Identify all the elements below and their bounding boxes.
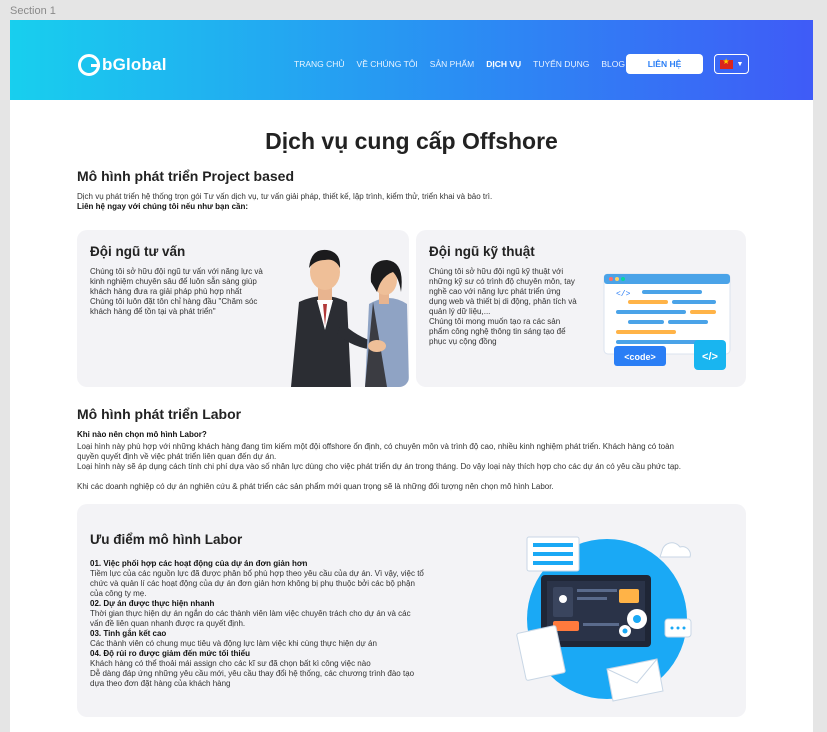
handshake-illustration [291, 249, 409, 387]
logo-text: bGlobal [102, 55, 167, 74]
code-editor-illustration: </> <code> </> [603, 273, 731, 370]
card-title: Đội ngũ tư vấn [90, 244, 186, 259]
project-description: Dịch vụ phát triển hệ thống trọn gói Tư … [77, 192, 493, 201]
nav-item-home[interactable]: TRANG CHỦ [294, 59, 345, 69]
section-label: Section 1 [10, 5, 56, 17]
site-header: bGlobal TRANG CHỦ VỀ CHÚNG TÔI SẢN PHẨM … [10, 20, 813, 100]
card-text: Chúng tôi sở hữu đội ngũ tư vấn với năng… [90, 267, 263, 316]
technical-team-card: Đội ngũ kỹ thuật Chúng tôi sở hữu đội ng… [416, 230, 746, 387]
advantages-list: 01. Việc phối hợp các hoạt động của dự á… [90, 559, 460, 689]
card-text: Chúng tôi sở hữu đội ngũ kỹ thuật với nh… [429, 267, 577, 346]
advantage-item-title: 02. Dự án được thực hiện nhanh [90, 599, 215, 608]
cloud-devices-illustration [516, 536, 692, 702]
logo[interactable]: bGlobal [78, 52, 167, 78]
advantage-item-title: 03. Tinh gắn kết cao [90, 629, 167, 638]
code-tag-label: <code> [624, 352, 656, 362]
vietnam-flag-icon [719, 57, 733, 69]
logo-g-icon [78, 54, 100, 76]
labor-description: Loại hình này phù hợp với những khách hà… [77, 442, 681, 471]
nav-item-careers[interactable]: TUYỂN DỤNG [533, 59, 589, 69]
page-title: Dịch vụ cung cấp Offshore [265, 128, 558, 154]
advantage-item-title: 04. Độ rủi ro được giảm đến mức tối thiể… [90, 649, 250, 658]
main-nav: TRANG CHỦ VỀ CHÚNG TÔI SẢN PHẨM DỊCH VỤ … [294, 59, 625, 69]
nav-item-blog[interactable]: BLOG [601, 59, 625, 69]
language-selector[interactable]: ▼ [714, 54, 749, 74]
labor-advantages-card: Ưu điểm mô hình Labor 01. Việc phối hợp … [77, 504, 746, 717]
advantage-item-title: 01. Việc phối hợp các hoạt động của dự á… [90, 559, 308, 568]
labor-note: Khi các doanh nghiệp có dự án nghiên cứu… [77, 482, 554, 491]
card-title: Đội ngũ kỹ thuật [429, 244, 535, 259]
labor-section-title: Mô hình phát triển Labor [77, 406, 242, 422]
consulting-team-card: Đội ngũ tư vấn Chúng tôi sở hữu đội ngũ … [77, 230, 409, 387]
chevron-down-icon: ▼ [736, 60, 744, 68]
project-cta: Liên hệ ngay với chúng tôi nếu như bạn c… [77, 202, 249, 211]
code-icon-label: </> [702, 351, 718, 363]
svg-text:</>: </> [616, 290, 631, 299]
nav-item-about[interactable]: VỀ CHÚNG TÔI [357, 59, 418, 69]
project-section-title: Mô hình phát triển Project based [77, 168, 295, 184]
advantages-title: Ưu điểm mô hình Labor [90, 532, 243, 547]
labor-question: Khi nào nên chọn mô hình Labor? [77, 430, 207, 439]
contact-button[interactable]: LIÊN HỆ [626, 54, 703, 74]
nav-item-products[interactable]: SẢN PHẨM [430, 59, 474, 69]
page-frame: bGlobal TRANG CHỦ VỀ CHÚNG TÔI SẢN PHẨM … [10, 20, 813, 732]
nav-item-services[interactable]: DỊCH VỤ [486, 59, 521, 69]
